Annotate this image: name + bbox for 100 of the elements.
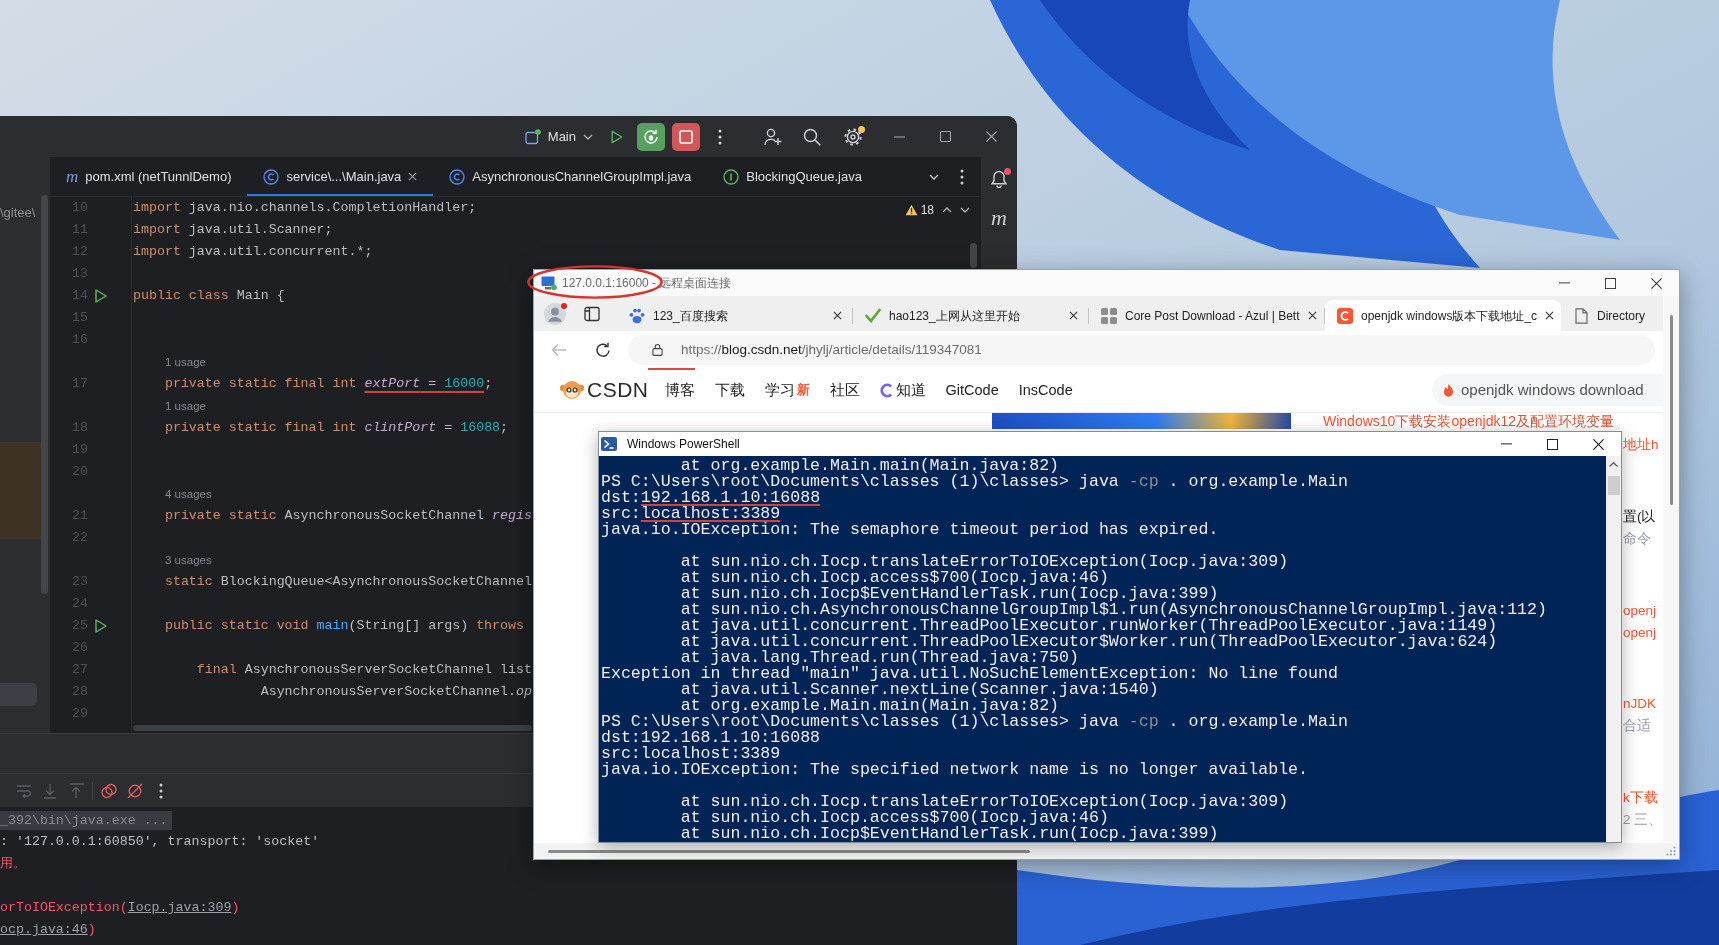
nav-link[interactable]: 博客 [664, 380, 695, 400]
tile-logo-icon [1337, 307, 1353, 324]
breakpoints-icon [101, 782, 117, 799]
terminal-line: at sun.nio.ch.Iocp$EventHandlerTask.run(Iocp.java:399) [679, 826, 1219, 842]
terminal-line: at org.example.Main.main(Main.java:82) [680, 698, 1060, 714]
search-field[interactable]: openjdk windows download [1432, 374, 1663, 406]
scrollbar-track[interactable] [1663, 296, 1679, 843]
article-snippet: 合适 [1623, 717, 1651, 736]
chevron-down-icon[interactable] [960, 207, 970, 213]
scrollbar-thumb[interactable] [1607, 476, 1620, 495]
browser-tab[interactable]: Directory [1561, 300, 1663, 331]
warning-icon[interactable] [904, 204, 918, 216]
url-text[interactable]: https://blog.csdn.net/jhylj/article/details/119347081 [681, 340, 982, 359]
play-icon [610, 129, 624, 144]
usage-hint[interactable]: 1 usage [165, 398, 206, 414]
debug-button[interactable] [637, 122, 665, 151]
editor-tab[interactable]: m pom.xml (netTunnlDemo) [50, 157, 248, 196]
scrollbar-track[interactable] [1606, 456, 1621, 842]
class-icon [263, 168, 280, 185]
fire-icon [1443, 382, 1454, 398]
source-link[interactable]: ocp.java:46 [0, 922, 88, 937]
arrow-down-icon [42, 782, 58, 799]
paw-icon [629, 307, 645, 324]
scrollbar-thumb[interactable] [41, 195, 48, 594]
slashed-circle-icon [127, 782, 143, 799]
file-type-icon: m [66, 168, 79, 185]
play-icon[interactable] [95, 289, 107, 303]
close-icon[interactable] [1545, 311, 1555, 320]
run-config-button[interactable]: Main [518, 122, 599, 151]
editor-tab[interactable]: service\...\Main.java [247, 157, 434, 196]
editor-tab[interactable]: AsynchronousChannelGroupImpl.java [433, 157, 708, 196]
article-snippet: 2 三、 [1623, 811, 1663, 829]
article-link[interactable]: Windows10下载安装openjdk12及配置环境变量 [1323, 413, 1614, 430]
nav-link[interactable]: GitCode [945, 380, 999, 400]
window-title: Windows PowerShell [627, 436, 740, 452]
stop-button[interactable] [672, 122, 700, 151]
close-icon [1650, 277, 1662, 289]
terminal-line: dst:192.168.1.10:16088 [601, 730, 821, 746]
nav-link[interactable]: 社区 [829, 380, 860, 400]
check-logo-icon [865, 307, 881, 324]
chevron-up-icon[interactable] [1609, 462, 1618, 467]
arrow-up-icon [68, 782, 84, 799]
terminal-line: at sun.nio.ch.Iocp$EventHandlerTask.run(Iocp.java:399) [679, 586, 1219, 602]
terminal-line: at java.util.concurrent.ThreadPoolExecutor$Worker.run(ThreadPoolExecutor.java:624) [679, 634, 1498, 650]
terminal-line: dst:192.168.1.10:16088 [601, 490, 821, 506]
close-icon[interactable] [1307, 311, 1317, 320]
new-label: 新 [796, 381, 810, 399]
terminal-line: at org.example.Main.main(Main.java:82) [680, 458, 1060, 474]
terminal-line: src:localhost:3389 [601, 746, 781, 762]
code-line: import java.nio.channels.CompletionHandler; [133, 199, 477, 217]
article-title[interactable]: 置(以 [1623, 505, 1656, 528]
more-icon [159, 782, 163, 799]
terminal-line: at java.util.Scanner.nextLine(Scanner.java:1540) [680, 682, 1159, 698]
terminal-line: at sun.nio.ch.Iocp.access$700(Iocp.java:46) [679, 810, 1109, 826]
console-line: : '127.0.0.1:60850', transport: 'socket' [0, 833, 320, 851]
terminal-line: at sun.nio.ch.Iocp.access$700(Iocp.java:46) [679, 570, 1109, 586]
play-icon[interactable] [95, 619, 107, 633]
usage-hint[interactable]: 4 usages [165, 486, 212, 502]
scrollbar-thumb[interactable] [133, 725, 532, 731]
scrollbar-thumb[interactable] [548, 849, 1030, 853]
terminal-line: at sun.nio.ch.Iocp.translateErrorToIOException(Iocp.java:309) [679, 794, 1289, 810]
code-line: final AsynchronousServerSocketChannel list [195, 661, 532, 679]
scrollbar-track[interactable] [534, 843, 1679, 859]
console-line: 用。 [0, 855, 26, 873]
code-line: private static final int clintPort = 16088; [163, 419, 509, 437]
usage-hint[interactable]: 1 usage [165, 354, 206, 370]
usage-hint[interactable]: 3 usages [165, 552, 212, 568]
code-line: import java.util.Scanner; [133, 221, 333, 239]
lock-icon[interactable] [652, 343, 663, 356]
terminal-line: PS C:\Users\root\Documents\classes (1)\classes> java -cp . org.example.Main [601, 714, 1348, 730]
project-path[interactable]: \gitee\ [0, 204, 36, 222]
nav-link[interactable]: 下载 [714, 380, 745, 400]
grid-logo-icon [1101, 307, 1117, 324]
warning-count[interactable]: 18 [920, 202, 934, 218]
stop-icon [679, 129, 693, 144]
source-link[interactable]: Iocp.java:309 [127, 900, 232, 915]
scrollbar-thumb[interactable] [1669, 315, 1673, 505]
address-field[interactable]: https://blog.csdn.net/jhylj/article/details/119347081 [628, 334, 1655, 365]
app-window-icon [524, 128, 541, 145]
resize-grip-icon[interactable] [1666, 846, 1676, 856]
close-icon[interactable] [833, 311, 842, 320]
nav-link[interactable]: 学习 新 [764, 380, 810, 400]
monkey-logo-icon[interactable] [560, 379, 584, 401]
soft-wrap-icon [16, 782, 32, 799]
terminal-line: at java.util.concurrent.ThreadPoolExecutor.runWorker(ThreadPoolExecutor.java:1149) [679, 618, 1498, 634]
sidebar-icon [584, 305, 600, 322]
bell-icon [990, 170, 1008, 188]
nav-link[interactable]: InsCode [1018, 380, 1073, 400]
editor-tab[interactable]: BlockingQueue.java [707, 157, 878, 196]
close-icon[interactable] [408, 172, 418, 181]
browser-tab[interactable]: openjdk windows版本下载地址_c [1325, 300, 1561, 331]
terminal-line: java.io.IOException: The specified network name is no longer available. [601, 762, 1308, 778]
banner-image[interactable] [992, 413, 1291, 429]
close-icon[interactable] [1069, 311, 1078, 320]
scrollbar-thumb[interactable] [970, 243, 977, 268]
chevron-up-icon[interactable] [942, 207, 952, 213]
tool-window-button[interactable]: m [985, 204, 1013, 232]
nav-link[interactable]: 知道 [879, 380, 926, 400]
profile-button[interactable] [543, 301, 567, 326]
logo-text[interactable]: CSDN [587, 378, 649, 402]
